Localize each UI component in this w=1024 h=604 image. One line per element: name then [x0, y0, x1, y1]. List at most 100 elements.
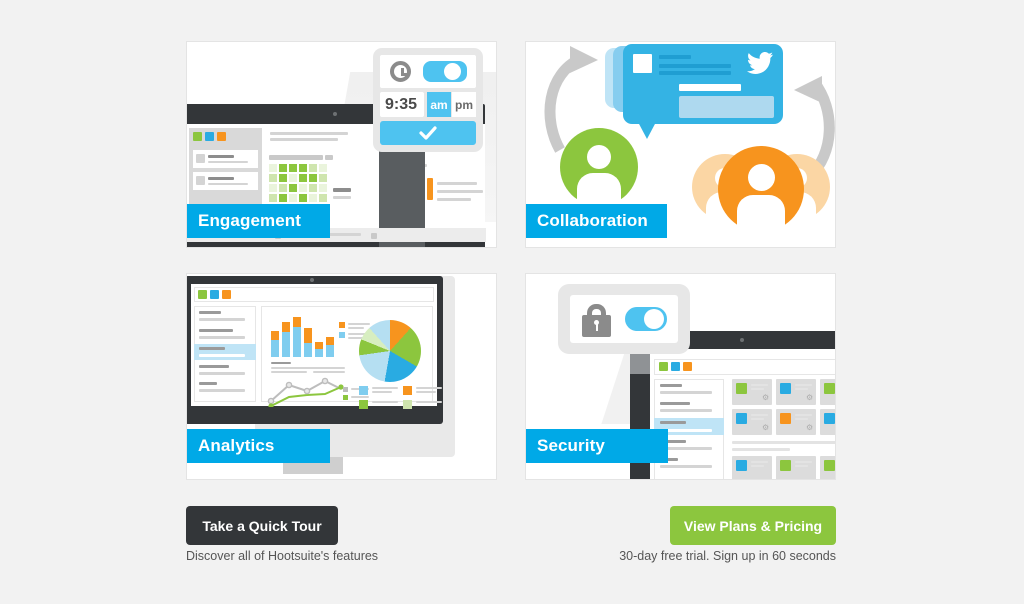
- member-line: [751, 418, 764, 420]
- avatar-body: [577, 173, 621, 206]
- checkmark-icon: [419, 126, 437, 140]
- calendar-cell: [309, 194, 317, 202]
- toggle-knob: [644, 309, 664, 329]
- topbar-dot-blue: [210, 290, 219, 299]
- bar-6-blue: [326, 344, 334, 357]
- member-avatar-blue: [780, 383, 791, 394]
- member-avatar-orange: [780, 413, 791, 424]
- bottom-dot2: [371, 233, 377, 239]
- feature-card-collaboration[interactable]: Collaboration: [525, 41, 836, 248]
- panel-b-line2: [208, 161, 248, 163]
- take-quick-tour-button[interactable]: Take a Quick Tour: [186, 506, 338, 545]
- pm-option[interactable]: pm: [452, 92, 476, 117]
- member-line: [751, 384, 768, 386]
- member-line: [751, 465, 764, 467]
- pie-legend-text-4a: [416, 401, 442, 403]
- time-value: 9:35: [385, 96, 418, 113]
- quick-tour-caption: Discover all of Hootsuite's features: [186, 549, 379, 563]
- nav-line-1: [199, 318, 245, 321]
- view-plans-pricing-button[interactable]: View Plans & Pricing: [670, 506, 836, 545]
- confirm-button[interactable]: [380, 121, 476, 145]
- gear-icon[interactable]: ⚙: [762, 424, 769, 432]
- schedule-toggle[interactable]: [420, 58, 470, 85]
- panel-c-line2: [208, 183, 248, 185]
- section-divider-line: [732, 441, 835, 444]
- bubble-avatar: [633, 54, 652, 73]
- security-popup[interactable]: [558, 284, 690, 354]
- chart-caption-title: [271, 362, 291, 364]
- avatar-head: [587, 145, 611, 169]
- stream-line-b: [437, 190, 483, 193]
- calendar-cell: [289, 194, 297, 202]
- bar-1-blue: [271, 339, 279, 357]
- calendar-header-btn: [325, 155, 333, 160]
- nav-line-1: [660, 391, 712, 394]
- topbar-dot-green: [198, 290, 207, 299]
- pie-legend-swatch-3: [359, 400, 368, 409]
- stream-dot-blue: [205, 132, 214, 141]
- gear-icon[interactable]: ⚙: [762, 394, 769, 402]
- card-label-security: Security: [526, 429, 668, 463]
- card-label-analytics: Analytics: [187, 429, 330, 463]
- mid-line1: [270, 132, 348, 135]
- nav-line-3: [199, 354, 245, 357]
- mid-line2: [270, 138, 338, 141]
- member-avatar-green: [824, 460, 835, 471]
- nav-title-1: [199, 311, 221, 314]
- member-line: [795, 461, 812, 463]
- pie-legend-text-2b: [416, 391, 436, 393]
- feature-card-analytics[interactable]: Analytics: [186, 273, 497, 480]
- team-avatar-front: [718, 146, 804, 232]
- nav-line-5: [199, 389, 245, 392]
- pie-legend-text-1a: [372, 387, 398, 389]
- calendar-cell: [269, 174, 277, 182]
- line-legend-swatch-green: [343, 395, 348, 400]
- calendar-cell: [319, 174, 327, 182]
- avatar-body: [737, 195, 785, 232]
- bar-6-orange: [326, 337, 334, 345]
- bubble-subject: [679, 84, 741, 91]
- member-avatar-green: [780, 460, 791, 471]
- calendar-cell: [299, 164, 307, 172]
- nav-title-3: [199, 347, 225, 350]
- pie-legend-text-1b: [372, 391, 392, 393]
- feature-card-security[interactable]: ⚙ ⚙ ⚙ ⚙ Security: [525, 273, 836, 480]
- gear-icon[interactable]: ⚙: [806, 394, 813, 402]
- popup-toggle-row: [380, 55, 476, 88]
- app-topbar: [654, 359, 835, 375]
- calendar-cell: [269, 164, 277, 172]
- bubble-line3: [659, 71, 731, 75]
- topbar-dot-orange: [683, 362, 692, 371]
- calendar-cell: [319, 184, 327, 192]
- chart-caption-3: [313, 371, 345, 373]
- gear-icon[interactable]: ⚙: [806, 424, 813, 432]
- card-label-collaboration: Collaboration: [526, 204, 667, 238]
- member-line: [795, 418, 808, 420]
- clock-icon: [390, 61, 411, 82]
- member-avatar-green: [824, 383, 835, 394]
- clock-hand-hour: [401, 73, 407, 76]
- topbar-dot-green: [659, 362, 668, 371]
- chart-caption-1: [271, 367, 345, 369]
- security-toggle[interactable]: [622, 304, 670, 334]
- calendar-cell: [289, 164, 297, 172]
- bar-legend-text-1: [348, 323, 370, 325]
- free-trial-caption: 30-day free trial. Sign up in 60 seconds: [619, 549, 836, 563]
- pie-legend-swatch-1: [359, 386, 368, 395]
- feature-showcase-page: 9:35 am pm Engagement Collaboration Anal…: [0, 0, 1024, 604]
- bar-3-orange: [293, 317, 301, 327]
- lock-icon: [582, 315, 611, 337]
- scheduler-popup[interactable]: 9:35 am pm: [373, 48, 483, 152]
- bubble-tail: [638, 122, 656, 139]
- feature-card-engagement[interactable]: 9:35 am pm Engagement: [186, 41, 497, 248]
- calendar-cell: [299, 194, 307, 202]
- calendar-cell: [279, 184, 287, 192]
- pie-legend-swatch-4: [403, 400, 412, 409]
- member-line: [751, 388, 764, 390]
- bar-5-orange: [315, 342, 323, 349]
- nav-title-4: [199, 365, 229, 368]
- am-option[interactable]: am: [427, 92, 451, 117]
- calendar-cell: [279, 194, 287, 202]
- bubble-text-field: [679, 96, 774, 118]
- calendar-side-line2: [333, 196, 351, 199]
